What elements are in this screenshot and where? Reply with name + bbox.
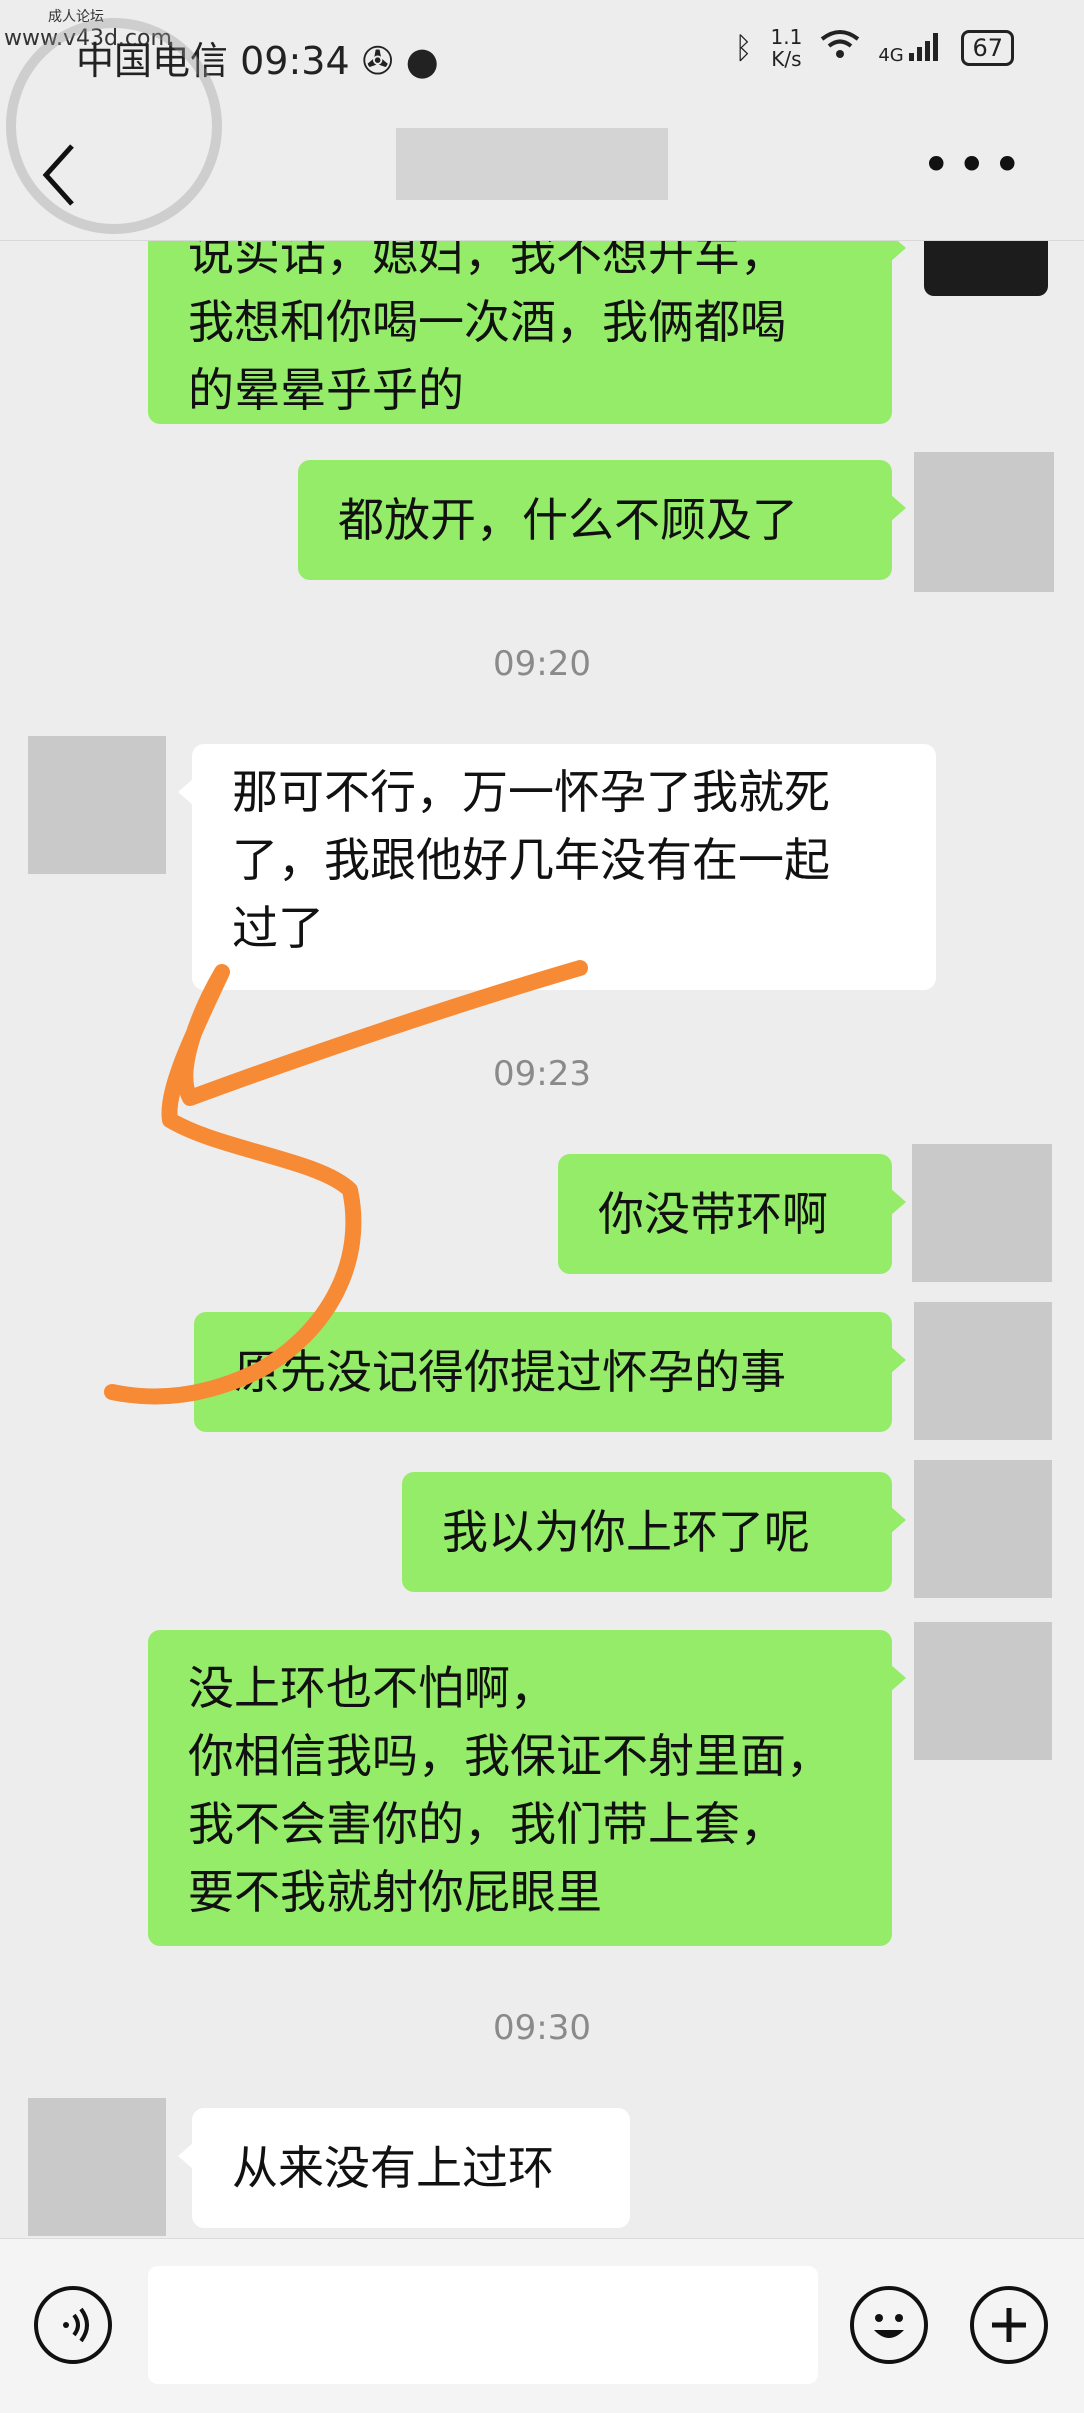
message-bubble-sent: 没上环也不怕啊， 你相信我吗，我保证不射里面， 我不会害你的，我们带上套， 要不… bbox=[148, 1630, 906, 1946]
avatar[interactable] bbox=[28, 736, 166, 874]
timestamp: 09:20 bbox=[493, 644, 591, 684]
message-notification-icon: ● bbox=[405, 39, 439, 83]
message-bubble-sent: 都放开，什么不顾及了 bbox=[298, 460, 906, 580]
bluetooth-icon: ᛒ bbox=[734, 30, 753, 66]
image-thumbnail[interactable] bbox=[924, 240, 1048, 296]
message-bubble-received: 那可不行，万一怀孕了我就死 了，我跟他好几年没有在一起 过了 bbox=[178, 744, 936, 990]
chat-scroll-area[interactable]: 说实话，媳妇，我不想开车， 我想和你喝一次酒，我俩都喝 的晕晕乎乎的 都放开，什… bbox=[0, 240, 1084, 2238]
message-bubble-sent: 说实话，媳妇，我不想开车， 我想和你喝一次酒，我俩都喝 的晕晕乎乎的 bbox=[148, 240, 906, 424]
avatar[interactable] bbox=[912, 1144, 1052, 1282]
avatar[interactable] bbox=[914, 1302, 1052, 1440]
emoji-icon[interactable] bbox=[850, 2286, 928, 2364]
wechat-notification-icon: ✇ bbox=[361, 39, 394, 83]
back-arrow-icon[interactable] bbox=[40, 140, 80, 210]
timestamp: 09:30 bbox=[493, 2008, 591, 2048]
more-options-icon[interactable]: ••• bbox=[922, 140, 1028, 190]
message-input[interactable] bbox=[148, 2266, 818, 2384]
voice-input-icon[interactable] bbox=[34, 2286, 112, 2364]
message-bubble-sent: 原先没记得你提过怀孕的事 bbox=[194, 1312, 906, 1432]
wifi-icon bbox=[820, 29, 860, 67]
avatar[interactable] bbox=[28, 2098, 166, 2236]
avatar[interactable] bbox=[914, 1460, 1052, 1598]
timestamp: 09:23 bbox=[493, 1054, 591, 1094]
add-plus-icon[interactable] bbox=[970, 2286, 1048, 2364]
contact-name-redacted bbox=[396, 128, 668, 200]
message-bubble-sent: 我以为你上环了呢 bbox=[402, 1472, 906, 1592]
battery-icon: 67 bbox=[961, 30, 1014, 66]
signal-icon: 4G bbox=[878, 31, 943, 66]
message-bubble-received: 从来没有上过环 bbox=[178, 2108, 630, 2228]
avatar[interactable] bbox=[914, 1622, 1052, 1760]
message-bubble-sent: 你没带环啊 bbox=[558, 1154, 906, 1274]
watermark-logo bbox=[6, 18, 222, 234]
status-icons: ᛒ 1.1 K/s 4G 67 bbox=[734, 25, 1014, 71]
clock: 09:34 bbox=[240, 39, 350, 83]
avatar[interactable] bbox=[914, 452, 1054, 592]
network-speed: 1.1 K/s bbox=[770, 25, 803, 71]
